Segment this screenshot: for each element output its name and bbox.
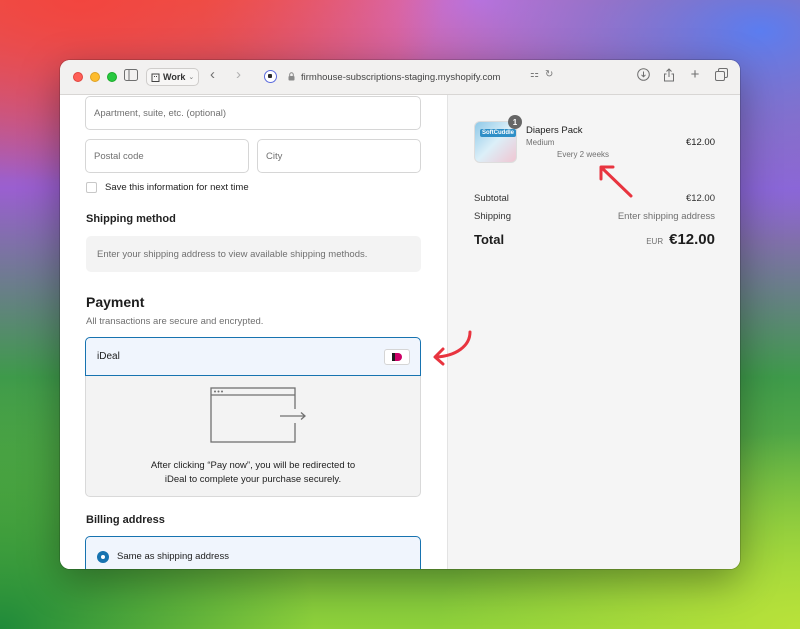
total-amount: €12.00 — [669, 231, 715, 248]
shipping-label: Shipping — [474, 211, 511, 222]
profile-switcher[interactable]: Work ⌄ — [146, 68, 200, 86]
redirect-line-1: After clicking “Pay now”, you will be re… — [150, 460, 356, 471]
save-info-checkbox[interactable] — [86, 182, 97, 193]
shipping-row: Shipping Enter shipping address — [474, 211, 715, 222]
currency-code: EUR — [646, 237, 664, 246]
payment-title: Payment — [86, 294, 145, 310]
shipping-value: Enter shipping address — [617, 211, 715, 222]
total-value-group: EUR €12.00 — [646, 231, 715, 248]
total-row: Total EUR €12.00 — [474, 231, 715, 248]
product-variant: Medium — [526, 138, 555, 147]
postal-code-input[interactable]: Postal code — [85, 139, 249, 173]
shipping-method-info-text: Enter your shipping address to view avai… — [97, 248, 368, 260]
sidebar-toggle-icon[interactable] — [124, 69, 138, 85]
window-controls — [73, 72, 117, 82]
browser-toolbar: Work ⌄ ‹ › firmhouse-subscriptions-stagi… — [60, 60, 740, 95]
redirect-line-2: iDeal to complete your purchase securely… — [164, 474, 342, 485]
postal-placeholder: Postal code — [94, 150, 144, 162]
product-brand-label: SoftCuddle — [480, 129, 516, 137]
page-content: Apartment, suite, etc. (optional) Postal… — [60, 95, 740, 569]
billing-same-as-shipping-option[interactable]: Same as shipping address — [85, 536, 421, 569]
minimize-window-button[interactable] — [90, 72, 100, 82]
shipping-method-title: Shipping method — [86, 213, 176, 225]
chevron-down-icon: ⌄ — [188, 74, 195, 81]
city-input[interactable]: City — [257, 139, 421, 173]
payment-subtitle: All transactions are secure and encrypte… — [86, 316, 264, 327]
city-placeholder: City — [266, 150, 283, 162]
forward-icon[interactable]: › — [236, 67, 241, 83]
downloads-icon[interactable] — [636, 68, 650, 85]
product-price: €12.00 — [685, 137, 715, 148]
address-bar[interactable]: firmhouse-subscriptions-staging.myshopif… — [286, 68, 558, 87]
apartment-placeholder: Apartment, suite, etc. (optional) — [94, 107, 227, 119]
shipping-method-info: Enter your shipping address to view avai… — [86, 236, 421, 272]
redirect-text: After clicking “Pay now”, you will be re… — [86, 459, 420, 487]
reload-icon[interactable]: ↻ — [545, 69, 553, 80]
ideal-logo-icon — [384, 349, 410, 365]
checkout-form: Apartment, suite, etc. (optional) Postal… — [60, 95, 447, 569]
new-tab-icon[interactable]: + — [688, 67, 702, 85]
order-summary: SoftCuddle 1 Diapers Pack Medium Every 2… — [447, 95, 740, 569]
redirect-info-box: After clicking “Pay now”, you will be re… — [85, 376, 421, 497]
payment-option-label: iDeal — [97, 351, 120, 362]
lock-icon — [288, 72, 295, 83]
translate-icon[interactable]: ⚏ — [530, 69, 539, 80]
save-info-label: Save this information for next time — [105, 182, 249, 193]
share-icon[interactable] — [662, 68, 676, 85]
subtotal-label: Subtotal — [474, 193, 509, 204]
product-name: Diapers Pack — [526, 125, 583, 136]
quantity-badge: 1 — [508, 115, 522, 129]
billing-address-title: Billing address — [86, 514, 165, 526]
browser-redirect-icon — [210, 387, 308, 443]
subtotal-value: €12.00 — [685, 193, 715, 204]
total-label: Total — [474, 232, 505, 247]
save-info-option[interactable]: Save this information for next time — [86, 182, 249, 193]
address-bar-actions: ⚏ ↻ — [530, 69, 553, 80]
close-window-button[interactable] — [73, 72, 83, 82]
zoom-window-button[interactable] — [107, 72, 117, 82]
browser-window: Work ⌄ ‹ › firmhouse-subscriptions-stagi… — [60, 60, 740, 569]
product-image: SoftCuddle 1 — [474, 115, 522, 163]
toolbar-right-actions: + — [636, 67, 728, 85]
apartment-input[interactable]: Apartment, suite, etc. (optional) — [85, 96, 421, 130]
subscription-plan: Every 2 weeks — [557, 150, 610, 159]
profile-label: Work — [163, 72, 186, 82]
url-text: firmhouse-subscriptions-staging.myshopif… — [301, 72, 501, 83]
subtotal-row: Subtotal €12.00 — [474, 193, 715, 204]
billing-same-radio[interactable] — [97, 550, 109, 563]
payment-option-ideal[interactable]: iDeal — [85, 337, 421, 376]
billing-same-label: Same as shipping address — [117, 551, 229, 562]
back-icon[interactable]: ‹ — [210, 67, 215, 83]
tab-overview-icon[interactable] — [714, 68, 728, 85]
building-icon — [151, 73, 160, 82]
site-icon — [264, 70, 277, 83]
